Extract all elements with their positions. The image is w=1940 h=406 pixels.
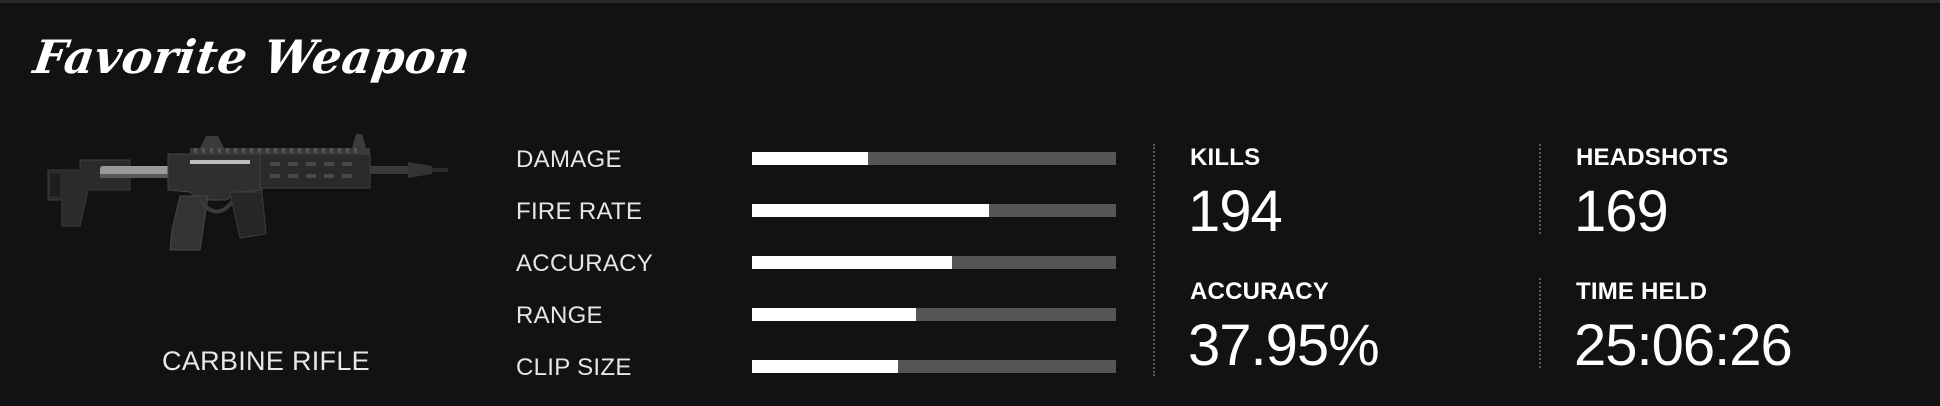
attribute-bar-fire-rate [752,204,1116,217]
headshots-label: HEADSHOTS [1576,144,1729,171]
attribute-label-range: RANGE [516,302,603,329]
attribute-bar-clip-size [752,360,1116,373]
attribute-bar-fill [752,256,953,269]
stats-divider [1539,144,1541,234]
attribute-label-damage: DAMAGE [516,146,622,173]
attribute-label-fire-rate: FIRE RATE [516,198,643,225]
attribute-bar-fill [752,360,898,373]
time-held-label: TIME HELD [1576,278,1708,305]
time-held-value: 25:06:26 [1574,313,1793,378]
accuracy-value: 37.95% [1188,313,1380,378]
attribute-label-accuracy: ACCURACY [516,250,654,277]
attribute-bar-range [752,308,1116,321]
attribute-label-clip-size: CLIP SIZE [516,354,632,381]
accuracy-label: ACCURACY [1190,278,1329,305]
attribute-bar-fill [752,204,989,217]
attribute-bar-accuracy [752,256,1116,269]
stats-divider [1153,144,1155,376]
panel-top-border [0,0,1940,3]
stats-divider [1539,278,1541,368]
panel-title: Favorite Weapon [30,30,475,84]
attribute-bar-damage [752,152,1116,165]
weapon-name: CARBINE RIFLE [162,346,370,376]
attribute-bar-fill [752,308,916,321]
carbine-rifle-image [47,134,448,251]
kills-value: 194 [1188,179,1283,244]
kills-label: KILLS [1190,144,1261,171]
attribute-bar-fill [752,152,869,165]
headshots-value: 169 [1574,179,1669,244]
